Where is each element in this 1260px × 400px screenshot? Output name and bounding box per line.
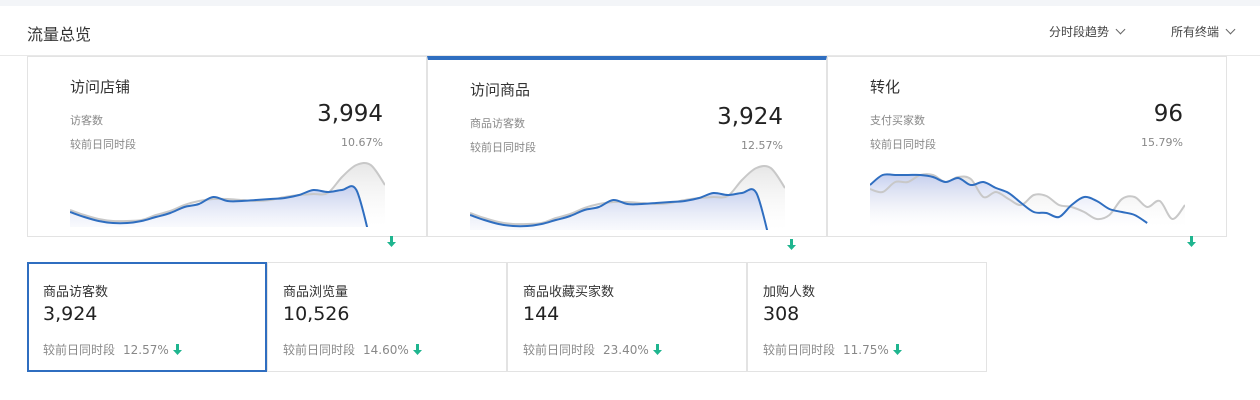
panel-title: 流量总览: [27, 25, 92, 44]
metric-value: 3,924: [43, 303, 98, 325]
card-metric-value: 3,994: [317, 101, 383, 127]
card-change: 15.79%: [1141, 136, 1197, 247]
card-compare-label: 较前日同时段: [70, 138, 136, 151]
trend-chart: [870, 173, 1185, 227]
panel-header: 流量总览 分时段趋势 所有终端: [0, 6, 1260, 56]
metric-compare-label: 较前日同时段: [283, 343, 356, 357]
metric-compare: 较前日同时段 14.60%: [283, 341, 422, 358]
metric-label: 商品访客数: [43, 285, 109, 300]
card-title: 访问店铺: [70, 78, 131, 96]
card-metric-label: 访客数: [70, 114, 103, 127]
card-change: 12.57%: [741, 139, 797, 250]
metric-value: 144: [523, 303, 560, 325]
card-metric-value: 96: [1153, 101, 1183, 127]
time-trend-dropdown-label: 分时段趋势: [1049, 25, 1110, 39]
metric-change-percent: 23.40%: [603, 342, 649, 357]
traffic-overview-panel: 流量总览 分时段趋势 所有终端 访问店铺 访客数 较前日同时段 3,994 10…: [0, 6, 1260, 400]
metric-card-goods-visitors[interactable]: 商品访客数 3,924 较前日同时段 12.57%: [27, 262, 267, 372]
card-title: 转化: [870, 78, 901, 96]
card-change-percent: 15.79%: [1141, 136, 1183, 149]
card-metric-value: 3,924: [717, 104, 783, 130]
metric-card-add-to-cart[interactable]: 加购人数 308 较前日同时段 11.75%: [747, 262, 987, 372]
card-conversion[interactable]: 转化 支付买家数 较前日同时段 96 15.79%: [827, 56, 1227, 247]
chevron-down-icon: [1225, 24, 1236, 35]
down-arrow-icon: [412, 344, 422, 355]
terminal-dropdown-label: 所有终端: [1171, 25, 1220, 39]
card-compare-label: 较前日同时段: [470, 141, 536, 154]
metric-card-goods-views[interactable]: 商品浏览量 10,526 较前日同时段 14.60%: [267, 262, 507, 372]
card-visit-goods[interactable]: 访问商品 商品访客数 较前日同时段 3,924 12.57%: [427, 56, 827, 250]
metric-compare: 较前日同时段 12.57%: [43, 341, 182, 358]
card-change-percent: 10.67%: [341, 136, 383, 149]
metric-change-percent: 12.57%: [123, 342, 169, 357]
card-metric-label: 商品访客数: [470, 117, 525, 130]
metric-compare-label: 较前日同时段: [43, 343, 116, 357]
card-title: 访问商品: [470, 81, 531, 99]
down-arrow-icon: [172, 344, 182, 355]
down-arrow-icon: [652, 344, 662, 355]
metric-value: 10,526: [283, 303, 350, 325]
down-arrow-icon: [1187, 236, 1197, 247]
metric-card-fav-buyers[interactable]: 商品收藏买家数 144 较前日同时段 23.40%: [507, 262, 747, 372]
time-trend-dropdown[interactable]: 分时段趋势: [1049, 23, 1126, 40]
down-arrow-icon: [892, 344, 902, 355]
trend-chart: [470, 165, 785, 230]
card-change: 10.67%: [341, 136, 397, 247]
metric-label: 加购人数: [763, 285, 816, 300]
metric-change-percent: 14.60%: [363, 342, 409, 357]
metric-compare-label: 较前日同时段: [763, 343, 836, 357]
down-arrow-icon: [787, 239, 797, 250]
metric-label: 商品浏览量: [283, 285, 349, 300]
metric-compare: 较前日同时段 23.40%: [523, 341, 662, 358]
card-change-percent: 12.57%: [741, 139, 783, 152]
card-visit-store[interactable]: 访问店铺 访客数 较前日同时段 3,994 10.67%: [27, 56, 427, 247]
metric-value: 308: [763, 303, 800, 325]
down-arrow-icon: [387, 236, 397, 247]
card-compare-label: 较前日同时段: [870, 138, 936, 151]
trend-chart: [70, 162, 385, 227]
metric-compare: 较前日同时段 11.75%: [763, 341, 902, 358]
terminal-dropdown[interactable]: 所有终端: [1171, 23, 1236, 40]
today-area: [870, 174, 1148, 227]
card-metric-label: 支付买家数: [870, 114, 925, 127]
metric-change-percent: 11.75%: [843, 342, 889, 357]
metric-label: 商品收藏买家数: [523, 285, 615, 300]
chevron-down-icon: [1115, 24, 1126, 35]
metric-compare-label: 较前日同时段: [523, 343, 596, 357]
